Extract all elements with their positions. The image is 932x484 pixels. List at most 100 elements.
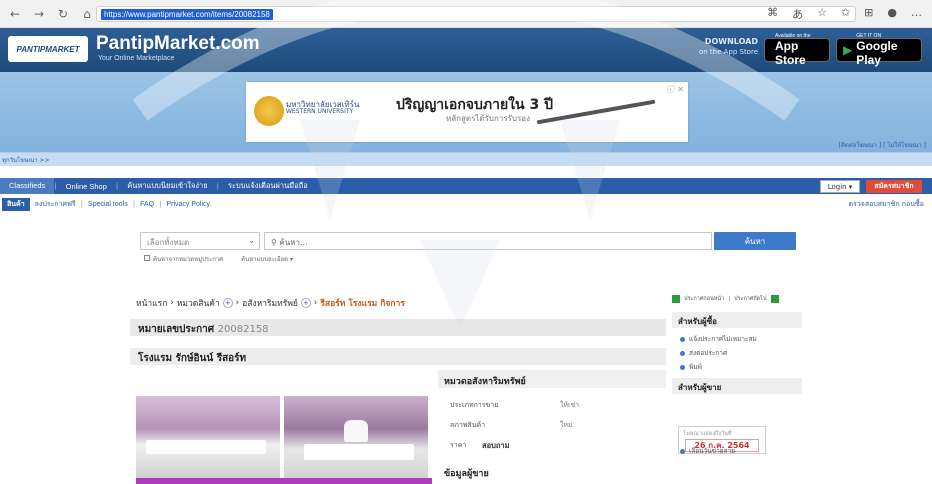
- ad-subline: หลักสูตรได้รับการรับรอง: [446, 114, 531, 123]
- category-select[interactable]: เลือกทั้งหมด ⌄: [140, 232, 260, 250]
- ad-band: มหาวิทยาลัยเวสเทิร์น WESTERN UNIVERSITY …: [0, 72, 932, 160]
- category-value: เลือกทั้งหมด: [147, 238, 190, 247]
- address-bar[interactable]: https://www.pantipmarket.com/items/20082…: [96, 6, 856, 22]
- bullet-icon: [680, 350, 685, 356]
- logo[interactable]: PANTIPMARKET: [8, 36, 88, 62]
- prev-next-nav: ประกาศก่อนหน้า | ประกาศถัดไป: [672, 292, 802, 306]
- category-heading: หมวดอสังหาริมทรัพย์: [438, 370, 666, 388]
- expand-icon[interactable]: +: [222, 298, 233, 308]
- seller-info-heading: ข้อมูลผู้ขาย: [444, 469, 489, 479]
- main-menu: Classifieds | Online Shop | ค้นหาแบบนิยม…: [0, 178, 932, 194]
- page-root: ← → ↻ ⌂ https://www.pantipmarket.com/ite…: [0, 0, 932, 484]
- google-play-button[interactable]: ▶ GET IT ON Google Play: [836, 33, 922, 67]
- link-special-tools[interactable]: Special tools: [83, 201, 133, 208]
- app-store-button[interactable]: Available on the App Store: [764, 33, 830, 67]
- site-name[interactable]: PantipMarket.com: [96, 33, 260, 55]
- listing-info: หมวดอสังหาริมทรัพย์ ประเภทการขาย ให้เช่า…: [438, 370, 666, 484]
- reload-icon[interactable]: ↻: [54, 5, 72, 23]
- link-post-free[interactable]: ลงประกาศฟรี: [30, 199, 81, 210]
- app-store-label: App Store: [775, 39, 806, 67]
- forward-icon[interactable]: →: [30, 5, 48, 23]
- prev-arrow-icon[interactable]: [672, 295, 680, 303]
- prev-listing-link[interactable]: ประกาศก่อนหน้า: [684, 295, 724, 303]
- reader-icon[interactable]: ⌘: [767, 6, 778, 22]
- link-faq[interactable]: FAQ: [135, 201, 159, 208]
- banner-ad[interactable]: มหาวิทยาลัยเวสเทิร์น WESTERN UNIVERSITY …: [246, 82, 688, 142]
- search-placeholder: ค้นหา...: [279, 238, 308, 247]
- browser-toolbar: ← → ↻ ⌂ https://www.pantipmarket.com/ite…: [0, 0, 932, 28]
- university-logo-icon: [254, 96, 284, 126]
- ad-side-links[interactable]: [ติดต่อโฆษณา ] [ ไม่ให้โฆษณา ]: [839, 140, 926, 150]
- info-strip-text[interactable]: ทุกวันโฆษณา >>: [2, 155, 50, 165]
- breadcrumb-separator: ›: [313, 298, 318, 308]
- link-verify-member[interactable]: ตรวจสอบสมาชิก ก่อนซื้อ: [849, 199, 924, 210]
- seller-section-heading: สำหรับผู้ขาย: [672, 378, 802, 394]
- next-arrow-icon[interactable]: [770, 295, 779, 303]
- photo-caption-bar: [136, 478, 432, 484]
- option-advanced[interactable]: ค้นหาแบบละเอียด ▾: [241, 254, 293, 264]
- room-photo-2[interactable]: [284, 396, 428, 478]
- buyer-section-heading: สำหรับผู้ซื้อ: [672, 312, 802, 328]
- translate-icon[interactable]: あ: [792, 6, 803, 22]
- bullet-icon: [680, 336, 685, 342]
- row-condition-value: ใหม่: [560, 421, 573, 429]
- more-icon[interactable]: …: [911, 6, 922, 22]
- towel-shape: [344, 420, 368, 442]
- ad-close-icon[interactable]: ⓘ ✕: [667, 84, 684, 95]
- row-price-label: ราคา: [450, 441, 467, 449]
- announce-number-bar: หมายเลขประกาศ 20082158: [130, 319, 666, 336]
- forward-listing-label: ส่งต่อประกาศ: [689, 349, 728, 357]
- right-sidebar: ประกาศก่อนหน้า | ประกาศถัดไป สำหรับผู้ซื…: [672, 292, 802, 484]
- next-listing-link[interactable]: ประกาศถัดไป: [734, 295, 766, 303]
- print-label: พิมพ์: [689, 363, 702, 371]
- menu-search-tips[interactable]: ค้นหาแบบนิยมเข้าใจง่าย: [118, 180, 216, 192]
- download-sub-label: on the App Store: [698, 48, 758, 56]
- row-sale-type-value: ให้เช่า: [560, 401, 580, 409]
- link-privacy-policy[interactable]: Privacy Policy: [161, 201, 215, 208]
- site-tagline: Your Online Marketplace: [98, 55, 175, 62]
- row-sale-type: ประเภทการขาย ให้เช่า: [450, 400, 579, 411]
- ad-university-en: WESTERN UNIVERSITY: [286, 108, 354, 115]
- browser-actions: ⌘ あ ☆ ✩ ⊞ ● …: [767, 6, 922, 22]
- breadcrumb-real-estate[interactable]: อสังหาริมทรัพย์: [242, 296, 298, 310]
- print-link[interactable]: พิมพ์: [680, 362, 702, 372]
- tab-products[interactable]: สินค้า: [2, 197, 30, 211]
- breadcrumb-products[interactable]: หมวดสินค้า: [177, 296, 220, 310]
- google-play-label: Google Play: [856, 39, 898, 67]
- menu-classifieds[interactable]: Classifieds: [0, 178, 55, 194]
- login-button[interactable]: Login ▾: [820, 180, 860, 193]
- pen-icon: [536, 99, 656, 125]
- report-listing-link[interactable]: แจ้งประกาศไม่เหมาะสม: [680, 334, 757, 344]
- logo-text: PANTIPMARKET: [16, 44, 80, 54]
- profile-icon[interactable]: ●: [887, 6, 897, 22]
- menu-online-shop[interactable]: Online Shop: [57, 182, 116, 191]
- home-icon[interactable]: ⌂: [78, 5, 96, 23]
- bed-shape: [304, 444, 414, 460]
- search-input[interactable]: ⚲ ค้นหา...: [264, 232, 712, 250]
- expand-icon[interactable]: +: [300, 298, 311, 308]
- breadcrumb-separator: ›: [170, 298, 174, 308]
- search-options: ค้นหาจากหมวดหมู่ประกาศ ค้นหาแบบละเอียด ▾: [144, 254, 293, 264]
- search-button[interactable]: ค้นหา: [714, 232, 796, 250]
- back-icon[interactable]: ←: [6, 5, 24, 23]
- room-photo-1[interactable]: [136, 396, 280, 478]
- extensions-icon[interactable]: ☆: [817, 6, 827, 22]
- breadcrumb-current[interactable]: รีสอร์ท โรงแรม กิจการ: [320, 296, 405, 310]
- photo-gallery: [136, 378, 432, 484]
- breadcrumb-home[interactable]: หน้าแรก: [136, 296, 167, 310]
- favorites-icon[interactable]: ✩: [841, 6, 850, 22]
- report-listing-label: แจ้งประกาศไม่เหมาะสม: [689, 335, 757, 343]
- option-category-only[interactable]: ค้นหาจากหมวดหมู่ประกาศ: [144, 254, 223, 264]
- collections-icon[interactable]: ⊞: [864, 6, 873, 22]
- url-text[interactable]: https://www.pantipmarket.com/items/20082…: [101, 8, 273, 20]
- row-condition: สภาพสินค้า ใหม่: [450, 420, 573, 431]
- bump-listing-link[interactable]: เลื่อนวันขายสาย: [680, 446, 735, 456]
- row-condition-label: สภาพสินค้า: [450, 421, 486, 429]
- forward-listing-link[interactable]: ส่งต่อประกาศ: [680, 348, 727, 358]
- site-header: PANTIPMARKET PantipMarket.com Your Onlin…: [0, 28, 932, 72]
- menu-mobile-alerts[interactable]: ระบบแจ้งเตือนผ่านมือถือ: [219, 180, 317, 192]
- checkbox-icon[interactable]: [144, 255, 150, 261]
- bump-listing-label: เลื่อนวันขายสาย: [689, 447, 735, 455]
- expiry-label: โฆษณาแสดงถึงวันที่: [683, 431, 732, 437]
- signup-button[interactable]: สมัครสมาชิก: [866, 180, 922, 193]
